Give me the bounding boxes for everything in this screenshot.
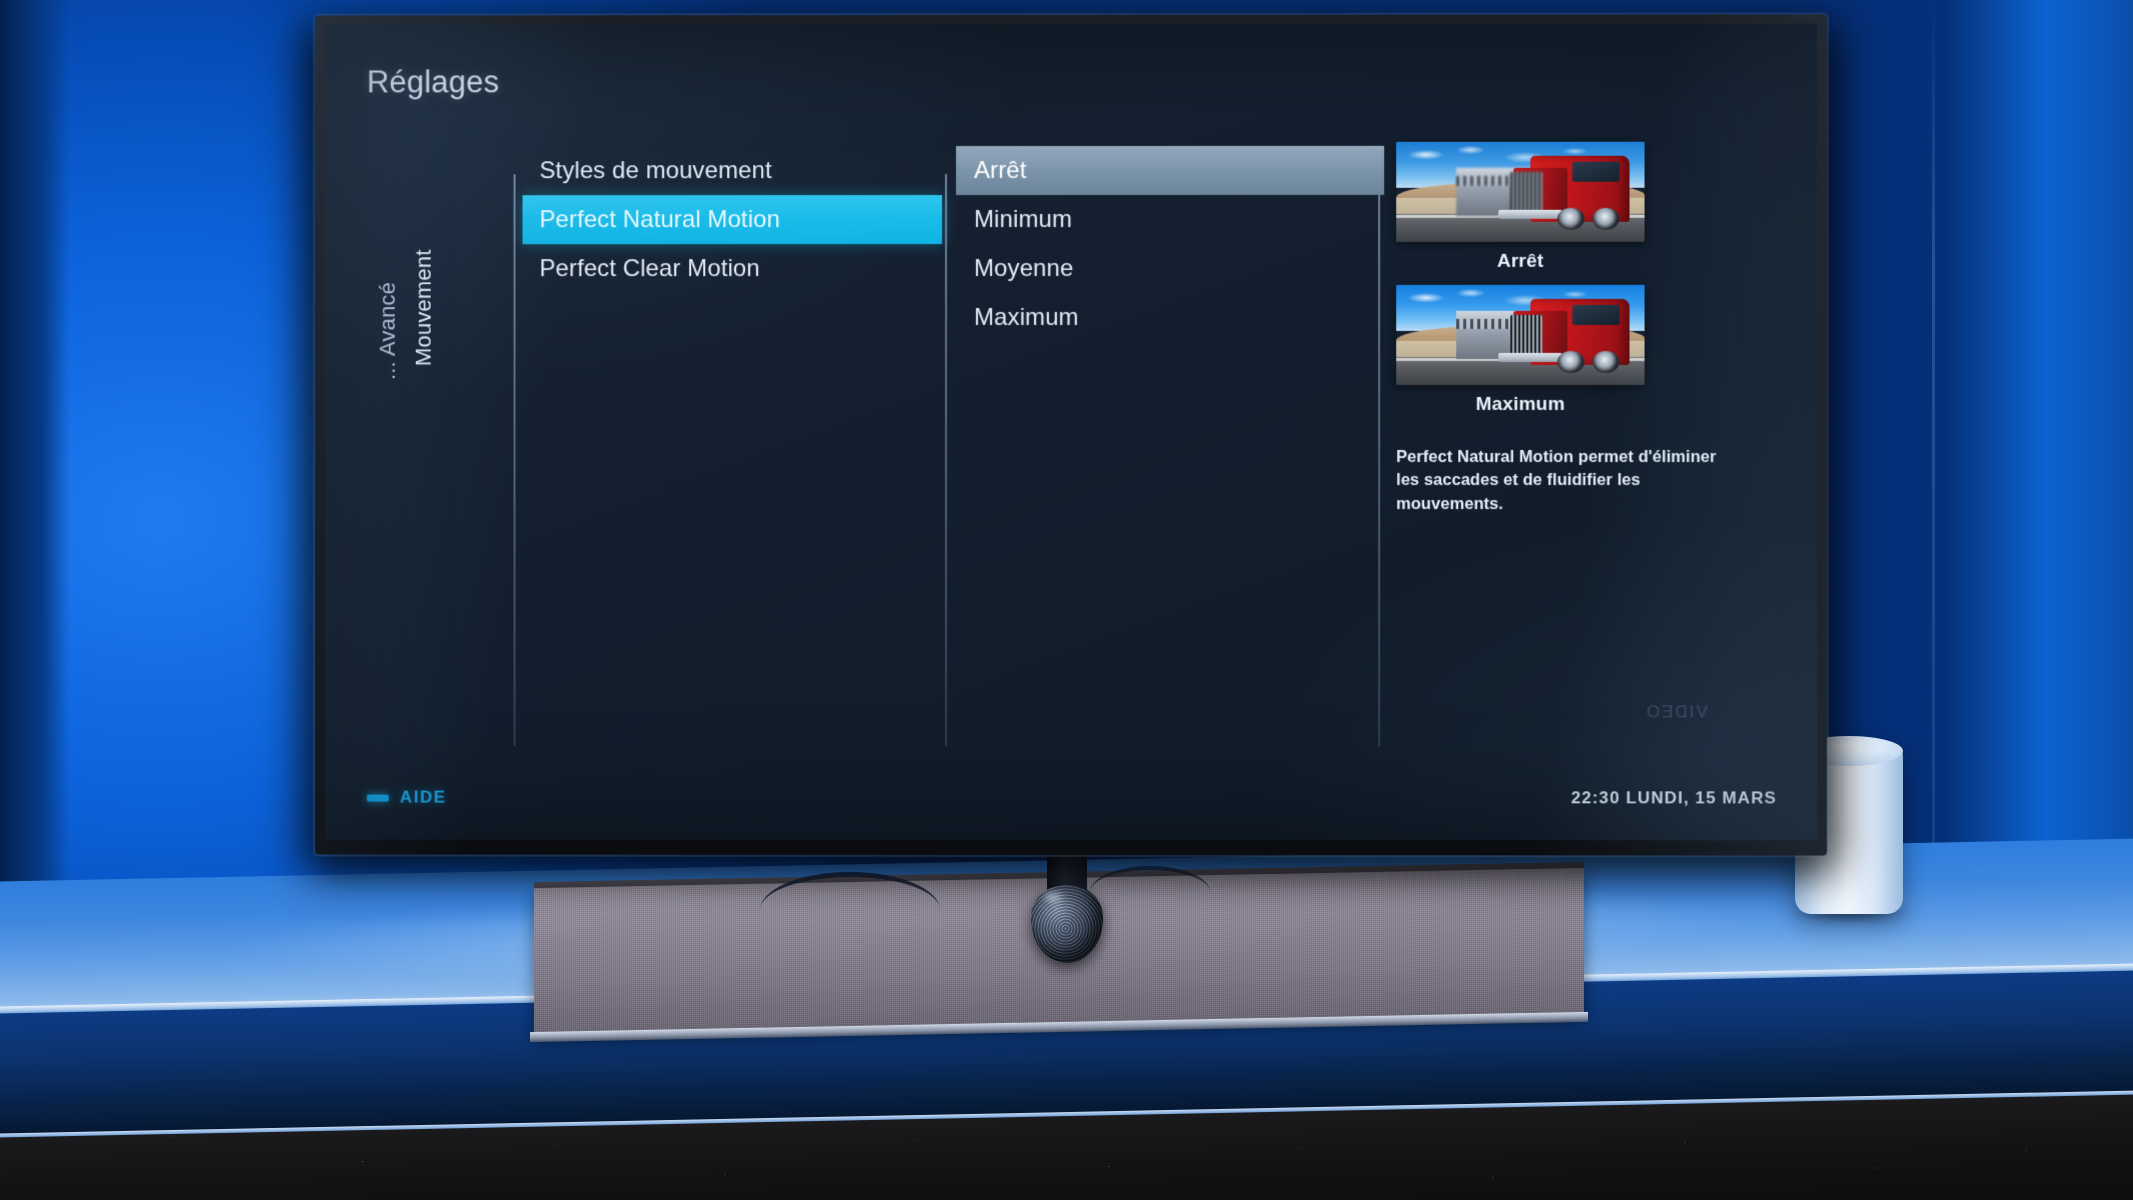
preview-truck-grille — [1510, 171, 1543, 212]
option-item-label: Moyenne — [974, 254, 1074, 282]
settings-menu: Styles de mouvement Perfect Natural Moti… — [522, 146, 943, 293]
option-item-label: Arrêt — [974, 156, 1027, 184]
tv-stand-highlight — [1040, 889, 1066, 905]
menu-item-styles-de-mouvement[interactable]: Styles de mouvement — [523, 146, 943, 195]
truck-preview-image-max — [1396, 284, 1645, 385]
glass-reflection-artifact: VIDEO — [1644, 702, 1708, 722]
option-item-label: Maximum — [974, 303, 1079, 331]
menu-item-label: Perfect Natural Motion — [539, 205, 781, 233]
preview-truck-wheel — [1592, 207, 1620, 230]
option-item-label: Minimum — [974, 205, 1073, 233]
preview-card-off: Arrêt — [1396, 141, 1793, 273]
tv-screen: Réglages ... Avancé Mouvement Styles de … — [324, 23, 1817, 841]
preview-panel: Arrêt Maximum Perfect Natural Motion per… — [1396, 141, 1793, 517]
help-label: AIDE — [399, 787, 447, 807]
option-item-minimum[interactable]: Minimum — [956, 195, 1376, 244]
preview-card-max: Maximum — [1396, 284, 1793, 416]
page-title: Réglages — [366, 64, 500, 100]
preview-truck-wheel — [1592, 350, 1620, 373]
breadcrumb-level-motion[interactable]: Mouvement — [411, 249, 437, 366]
tv-frame: Réglages ... Avancé Mouvement Styles de … — [314, 14, 1827, 856]
preview-truck-bumper — [1498, 352, 1563, 362]
truck-preview-image-off — [1396, 141, 1645, 242]
menu-item-perfect-clear-motion[interactable]: Perfect Clear Motion — [523, 244, 943, 293]
preview-truck-window — [1572, 161, 1620, 182]
menu-item-perfect-natural-motion[interactable]: Perfect Natural Motion — [522, 195, 943, 245]
menu-item-label: Styles de mouvement — [539, 156, 772, 184]
option-list: Arrêt Minimum Moyenne Maximum — [956, 145, 1385, 342]
wall-right-glow — [1943, 0, 2133, 960]
column-divider-2 — [945, 174, 948, 746]
room-scene: Réglages ... Avancé Mouvement Styles de … — [0, 0, 2133, 1200]
wall-corner-seam — [1932, 0, 1935, 880]
option-item-moyenne[interactable]: Moyenne — [956, 244, 1376, 293]
help-button[interactable]: AIDE — [366, 787, 447, 808]
column-divider-1 — [513, 174, 516, 746]
setting-description: Perfect Natural Motion permet d'éliminer… — [1396, 448, 1717, 513]
breadcrumb: ... Avancé Mouvement — [353, 134, 436, 464]
column-divider-3 — [1378, 173, 1381, 747]
help-dash-icon — [366, 794, 389, 802]
preview-truck-grille — [1510, 314, 1543, 355]
preview-label-off: Arrêt — [1497, 250, 1544, 272]
clock-status: 22:30 LUNDI, 15 MARS — [1571, 788, 1777, 808]
option-item-arret[interactable]: Arrêt — [956, 145, 1385, 196]
preview-truck-bumper — [1498, 209, 1563, 219]
option-item-maximum[interactable]: Maximum — [956, 293, 1376, 342]
menu-item-label: Perfect Clear Motion — [539, 254, 760, 282]
preview-label-max: Maximum — [1475, 393, 1565, 415]
media-console-texture — [0, 1120, 2133, 1200]
preview-truck-window — [1572, 304, 1620, 325]
breadcrumb-level-advanced[interactable]: ... Avancé — [375, 282, 401, 380]
